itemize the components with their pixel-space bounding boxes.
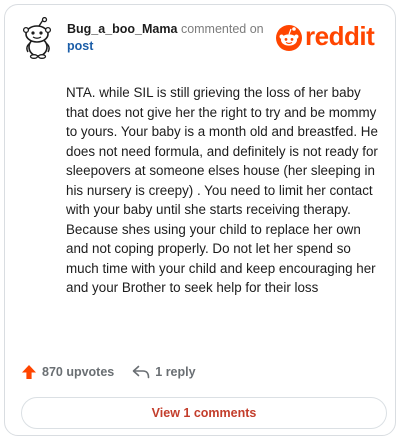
comment-actions: 870 upvotes 1 reply xyxy=(21,361,214,383)
upvote-button[interactable]: 870 upvotes xyxy=(21,364,114,380)
reddit-logo-icon xyxy=(276,25,302,51)
upvote-count: 870 upvotes xyxy=(42,365,115,379)
post-link[interactable]: post xyxy=(67,38,277,55)
upvote-arrow-icon xyxy=(22,365,36,379)
comment-meta: Bug_a_boo_Mama commented on post xyxy=(67,21,277,55)
snoo-avatar-icon[interactable] xyxy=(21,17,57,59)
commented-on-text: commented on xyxy=(180,22,264,36)
comment-body: NTA. while SIL is still grieving the los… xyxy=(66,85,378,295)
reddit-wordmark: reddit xyxy=(305,21,375,51)
username-link[interactable]: Bug_a_boo_Mama xyxy=(67,22,177,36)
view-comments-button[interactable]: View 1 comments xyxy=(21,397,387,429)
comment-card: Bug_a_boo_Mama commented on post reddit … xyxy=(4,4,396,436)
reddit-logo[interactable]: reddit xyxy=(275,21,383,53)
reply-count: 1 reply xyxy=(155,365,196,379)
reply-arrow-icon xyxy=(132,365,150,379)
comment-header: Bug_a_boo_Mama commented on post reddit xyxy=(21,15,383,61)
reply-button[interactable]: 1 reply xyxy=(132,365,196,379)
